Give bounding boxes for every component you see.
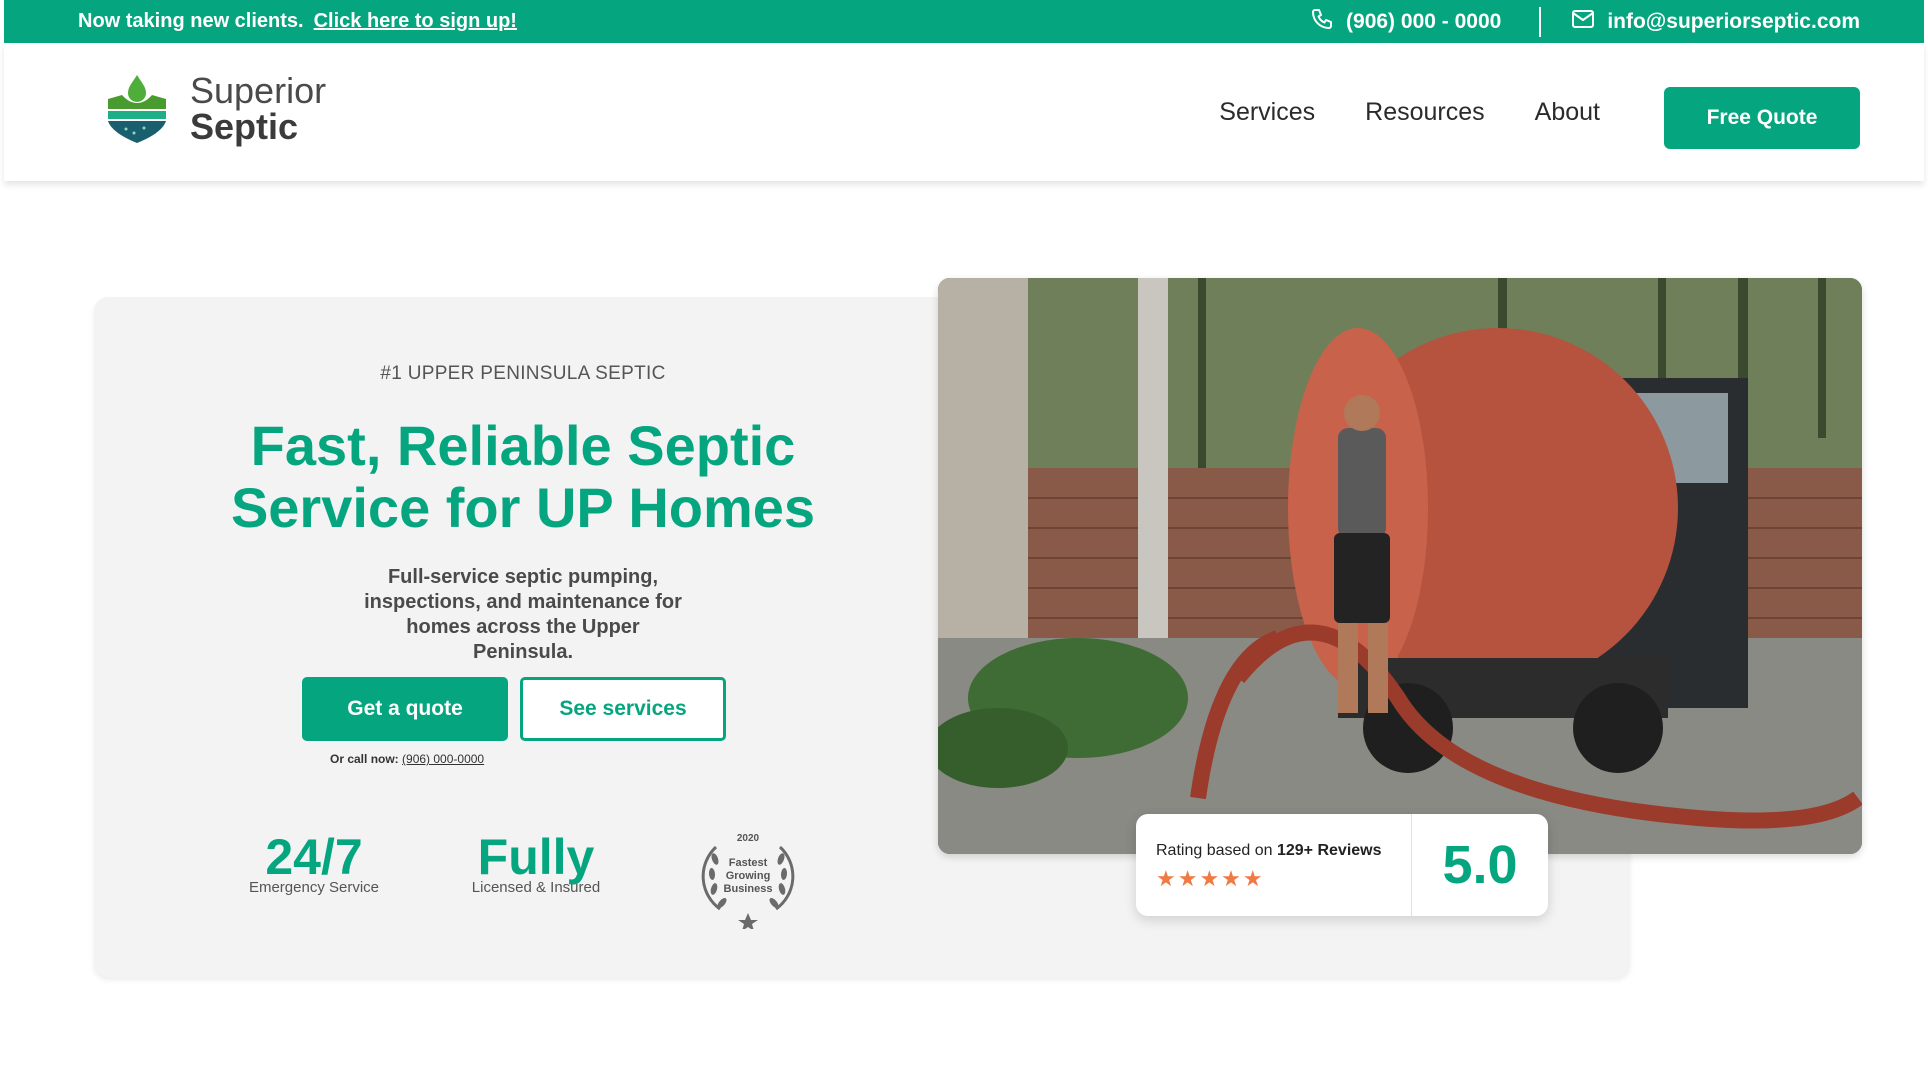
rating-label: Rating based on 129+ Reviews bbox=[1156, 842, 1411, 860]
email-address: info@superiorseptic.com bbox=[1607, 9, 1860, 33]
septic-truck-image bbox=[938, 278, 1862, 854]
main-nav: Services Resources About bbox=[1219, 43, 1600, 181]
mail-icon bbox=[1571, 9, 1595, 35]
hero-subtitle: Full-service septic pumping, inspections… bbox=[364, 566, 682, 663]
headline-line-1: Fast, Reliable Septic bbox=[250, 414, 796, 477]
phone-icon bbox=[1310, 7, 1334, 37]
free-quote-button[interactable]: Free Quote bbox=[1664, 87, 1860, 149]
stat-label: Emergency Service bbox=[248, 879, 380, 896]
rating-score: 5.0 bbox=[1442, 835, 1518, 895]
rating-review-count: 129+ Reviews bbox=[1276, 842, 1382, 859]
get-quote-button[interactable]: Get a quote bbox=[302, 677, 508, 741]
nav-services[interactable]: Services bbox=[1219, 98, 1315, 127]
logo-mark-icon bbox=[108, 75, 166, 143]
stat-label: Licensed & Insured bbox=[471, 879, 601, 896]
stat-licensed: Fully Licensed & Insured bbox=[456, 831, 616, 896]
call-now: Or call now: (906) 000-0000 bbox=[330, 752, 484, 766]
site-header: Superior Septic Services Resources About… bbox=[4, 43, 1924, 181]
headline-line-2: Service for UP Homes bbox=[230, 476, 816, 539]
announcement-text: Now taking new clients. bbox=[78, 10, 304, 32]
badge-line-3: Business bbox=[724, 883, 773, 895]
rating-summary: Rating based on 129+ Reviews ★★★★★ bbox=[1136, 814, 1412, 916]
call-now-label: Or call now: bbox=[330, 752, 399, 766]
rating-label-prefix: Rating based on bbox=[1156, 842, 1273, 859]
hero-eyebrow: #1 UPPER PENINSULA SEPTIC bbox=[380, 363, 666, 384]
see-services-button[interactable]: See services bbox=[520, 677, 726, 741]
logo-word-septic: Septic bbox=[190, 106, 299, 147]
hero-buttons: Get a quote See services bbox=[94, 677, 952, 741]
badge-line-1: Fastest bbox=[729, 857, 768, 869]
badge-line-2: Growing bbox=[726, 870, 771, 882]
award-badge-icon: 2020 Fastest Growing Business bbox=[701, 833, 795, 929]
top-announcement-bar: Now taking new clients. Click here to si… bbox=[4, 0, 1924, 43]
rating-card: Rating based on 129+ Reviews ★★★★★ 5.0 bbox=[1136, 814, 1548, 916]
phone-number: (906) 000 - 0000 bbox=[1346, 9, 1502, 33]
badge-year: 2020 bbox=[737, 833, 760, 844]
stat-emergency: 24/7 Emergency Service bbox=[234, 831, 394, 896]
stat-value: Fully bbox=[477, 829, 595, 885]
hero-content: #1 UPPER PENINSULA SEPTIC Fast, Reliable… bbox=[94, 297, 952, 977]
logo-word-superior: Superior bbox=[190, 70, 327, 111]
contact-info: (906) 000 - 0000 info@superiorseptic.com bbox=[1310, 0, 1860, 43]
logo[interactable]: Superior Septic bbox=[104, 73, 326, 145]
signup-link[interactable]: Click here to sign up! bbox=[314, 10, 517, 33]
page: Now taking new clients. Click here to si… bbox=[0, 0, 1928, 1086]
nav-resources[interactable]: Resources bbox=[1365, 98, 1485, 127]
contact-divider bbox=[1539, 6, 1542, 37]
logo-wordmark: Superior Septic bbox=[190, 73, 326, 145]
nav-about[interactable]: About bbox=[1535, 98, 1600, 127]
announcement: Now taking new clients. Click here to si… bbox=[78, 0, 517, 43]
call-now-number[interactable]: (906) 000-0000 bbox=[402, 752, 484, 766]
star-rating-icon: ★★★★★ bbox=[1156, 866, 1265, 891]
hero-headline: Fast, Reliable Septic Service for UP Hom… bbox=[94, 415, 952, 539]
email-contact[interactable]: info@superiorseptic.com bbox=[1571, 9, 1860, 35]
phone-contact[interactable]: (906) 000 - 0000 bbox=[1310, 7, 1501, 37]
stat-value: 24/7 bbox=[265, 829, 363, 885]
hero-photo bbox=[938, 278, 1862, 854]
